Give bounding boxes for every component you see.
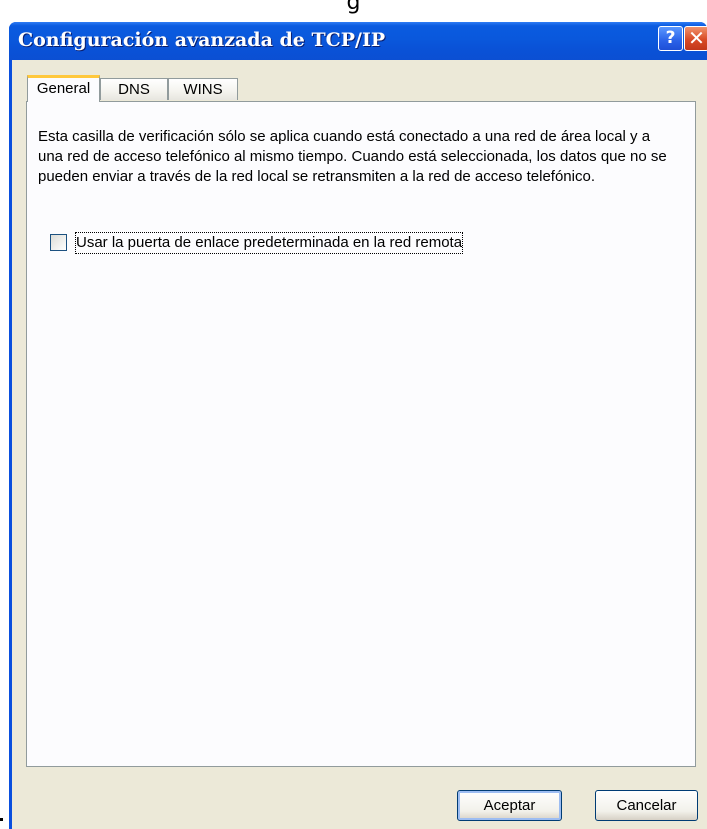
dialog-window: Configuración avanzada de TCP/IP ? ✕ Gen… xyxy=(9,22,707,829)
tab-wins[interactable]: WINS xyxy=(168,78,238,100)
description-text: Esta casilla de verificación sólo se apl… xyxy=(38,128,667,185)
remote-gateway-label[interactable]: Usar la puerta de enlace predeterminada … xyxy=(74,232,464,254)
title-bar[interactable]: Configuración avanzada de TCP/IP ? ✕ xyxy=(9,22,707,60)
close-button[interactable]: ✕ xyxy=(684,26,707,51)
page-caption: g xyxy=(0,0,707,22)
dialog-body: General DNS WINS Esta casilla de verific… xyxy=(12,60,707,829)
tab-dns[interactable]: DNS xyxy=(100,78,168,100)
cancel-button[interactable]: Cancelar xyxy=(595,790,698,821)
window-title: Configuración avanzada de TCP/IP xyxy=(18,29,386,51)
tab-general[interactable]: General xyxy=(27,75,100,102)
ok-button[interactable]: Aceptar xyxy=(457,790,562,821)
stray-dot xyxy=(0,818,3,821)
remote-gateway-checkbox[interactable] xyxy=(50,234,67,251)
help-button[interactable]: ? xyxy=(658,26,683,51)
tab-panel-general: Esta casilla de verificación sólo se apl… xyxy=(26,101,696,767)
